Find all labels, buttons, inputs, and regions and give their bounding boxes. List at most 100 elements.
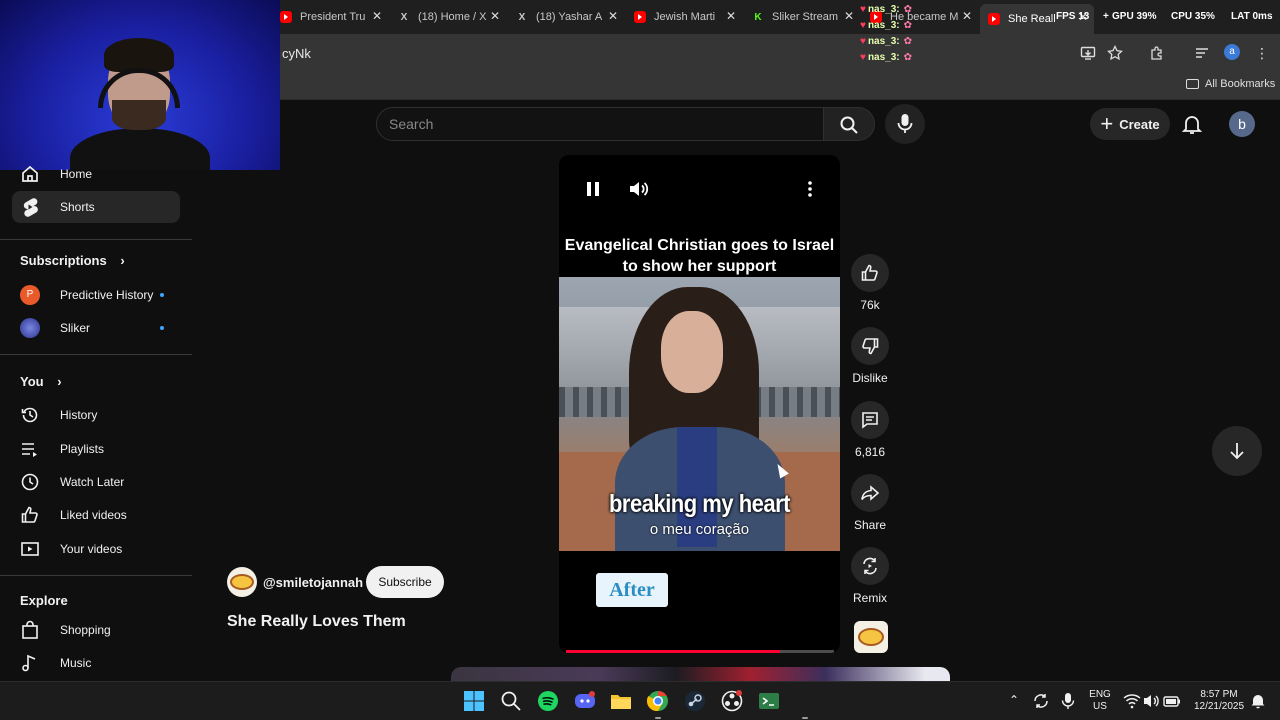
chevron-right-icon: › (120, 253, 125, 268)
sync-icon[interactable] (1032, 692, 1050, 710)
sidebar-item-playlists[interactable]: Playlists (12, 433, 180, 465)
folder-icon (1186, 79, 1199, 89)
microphone-icon (897, 114, 913, 133)
browser-tab[interactable]: K Sliker Stream ✕ (752, 6, 854, 28)
notification-center-icon[interactable] (1251, 693, 1265, 709)
sidebar-item-sliker[interactable]: Sliker (12, 312, 180, 344)
obs-icon[interactable] (721, 690, 743, 712)
install-icon[interactable] (1080, 45, 1096, 61)
sidebar-divider (0, 239, 192, 240)
file-explorer-icon[interactable] (610, 690, 632, 712)
chat-line: ♥ nas_3: ✿ (860, 36, 913, 47)
sidebar-item-history[interactable]: History (12, 399, 180, 431)
extensions-icon[interactable] (1149, 45, 1165, 61)
remix-label: Remix (852, 591, 887, 605)
progress-bar[interactable] (566, 650, 834, 653)
chrome-icon[interactable] (647, 690, 669, 712)
reading-list-icon[interactable] (1194, 45, 1210, 61)
close-icon[interactable]: ✕ (726, 9, 736, 23)
gpu-stat: GPU 39% (1112, 11, 1157, 22)
channel-name[interactable]: @smiletojannah (263, 575, 363, 590)
dislike-button[interactable] (851, 327, 889, 365)
shorts-player[interactable]: breaking my heart o meu coração Evangeli… (559, 155, 840, 653)
browser-tab[interactable]: X (18) Yashar A ✕ (516, 6, 618, 28)
microphone-icon[interactable] (1060, 692, 1076, 710)
after-tag: After (596, 573, 668, 607)
like-button[interactable] (851, 254, 889, 292)
volume-icon[interactable] (627, 177, 651, 201)
close-icon[interactable]: ✕ (490, 9, 500, 23)
battery-icon[interactable] (1163, 693, 1181, 709)
windows-start-icon[interactable] (463, 690, 485, 712)
share-icon (861, 485, 880, 501)
account-avatar[interactable]: b (1229, 111, 1255, 137)
kick-icon: K (754, 11, 762, 23)
cpu-stat: CPU 35% (1171, 11, 1215, 22)
sidebar-item-home[interactable]: Home (12, 158, 180, 190)
discord-icon[interactable] (574, 690, 596, 712)
sidebar-item-watch-later[interactable]: Watch Later (12, 466, 180, 498)
browser-menu-icon[interactable]: ⋮ (1254, 45, 1270, 61)
sidebar-item-shopping[interactable]: Shopping (12, 614, 180, 646)
share-button[interactable] (851, 474, 889, 512)
sidebar-item-music[interactable]: Music (12, 647, 180, 679)
youtube-icon (280, 11, 292, 23)
search-button[interactable] (823, 107, 875, 141)
heart-icon: ♥ (860, 36, 866, 47)
browser-tab[interactable]: President Tru ✕ (280, 6, 382, 28)
speaker-icon[interactable] (1143, 693, 1161, 709)
spotify-icon[interactable] (537, 690, 559, 712)
more-options-icon[interactable] (798, 177, 822, 201)
clock[interactable]: 8:57 PM 12/21/2025 (1189, 689, 1249, 713)
youtube-icon (634, 11, 646, 23)
music-icon (22, 654, 36, 672)
comment-icon (862, 412, 878, 429)
subscribe-button[interactable]: Subscribe (366, 566, 444, 598)
new-tab-button[interactable]: + (1103, 11, 1109, 22)
close-icon[interactable]: ✕ (608, 9, 618, 23)
dislike-icon (862, 338, 879, 355)
wifi-icon[interactable] (1123, 693, 1141, 709)
create-button[interactable]: + Create (1090, 108, 1170, 140)
browser-tab[interactable]: X (18) Home / X ✕ (398, 6, 500, 28)
bookmark-star-icon[interactable] (1107, 44, 1123, 61)
channel-logo-thumbnail[interactable] (854, 621, 888, 653)
comment-count: 6,816 (854, 445, 886, 459)
sidebar-item-your-videos[interactable]: Your videos (12, 533, 180, 565)
search-icon[interactable] (500, 690, 522, 712)
sidebar-item-shorts[interactable]: Shorts (12, 191, 180, 223)
notifications-bell-icon[interactable] (1180, 112, 1204, 136)
like-icon (21, 506, 38, 523)
shorts-icon (23, 198, 38, 217)
pause-icon[interactable] (581, 177, 605, 201)
language-indicator[interactable]: ENG US (1086, 689, 1114, 713)
chevron-up-icon[interactable]: ⌃ (1009, 694, 1019, 706)
sidebar-item-predictive-history[interactable]: P Predictive History (12, 279, 180, 311)
voice-search-button[interactable] (885, 104, 925, 144)
next-short-button[interactable] (1212, 426, 1262, 476)
lat-stat: LAT 0ms (1231, 11, 1273, 22)
next-short-preview[interactable] (451, 667, 950, 681)
url-text[interactable]: cyNk (282, 46, 311, 61)
channel-avatar[interactable] (227, 567, 257, 597)
comments-button[interactable] (851, 401, 889, 439)
all-bookmarks-button[interactable]: All Bookmarks (1186, 78, 1275, 90)
steam-icon[interactable] (684, 690, 706, 712)
browser-profile-avatar[interactable]: a (1224, 44, 1240, 60)
remix-button[interactable] (851, 547, 889, 585)
terminal-icon[interactable] (758, 690, 780, 712)
close-icon[interactable]: ✕ (372, 9, 382, 23)
like-count: 76k (860, 298, 880, 312)
youtube-icon (988, 13, 1000, 25)
new-content-dot (160, 293, 164, 297)
browser-tab[interactable]: Jewish Marti ✕ (634, 6, 736, 28)
share-label: Share (853, 518, 887, 532)
you-heading[interactable]: You › (20, 374, 62, 389)
plus-icon: + (1100, 111, 1114, 136)
remix-icon (863, 557, 877, 575)
close-icon[interactable]: ✕ (962, 9, 972, 23)
close-icon[interactable]: ✕ (844, 9, 854, 23)
sidebar-item-liked-videos[interactable]: Liked videos (12, 499, 180, 531)
search-input[interactable]: Search (376, 107, 824, 141)
subscriptions-heading[interactable]: Subscriptions › (20, 253, 125, 268)
